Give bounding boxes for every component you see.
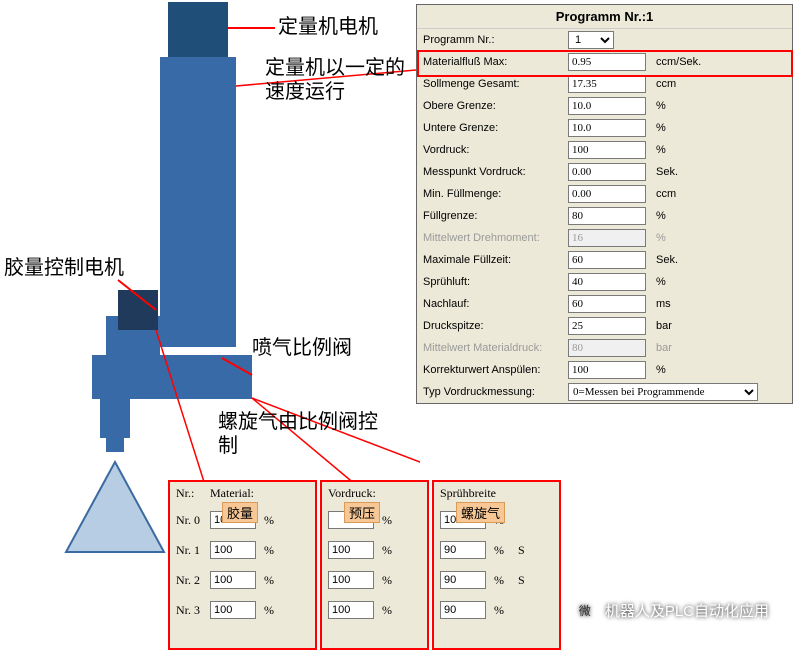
param-row-10: Sprühluft:%: [417, 271, 792, 293]
param-row-2: Obere Grenze:%: [417, 95, 792, 117]
tag-preload: 预压: [344, 502, 380, 523]
param-input-12[interactable]: [568, 317, 646, 335]
prog-nr-row: Programm Nr.: 1: [417, 29, 792, 51]
param-input-6[interactable]: [568, 185, 646, 203]
panel-title: Programm Nr.:1: [417, 5, 792, 29]
label-glue-motor: 胶量控制电机: [4, 256, 124, 280]
param-input-10[interactable]: [568, 273, 646, 291]
typ-vordruck-select[interactable]: 0=Messen bei Programmende: [568, 383, 758, 401]
param-row-7: Füllgrenze:%: [417, 205, 792, 227]
wechat-icon: 微: [575, 601, 595, 621]
param-input-0[interactable]: [568, 53, 646, 71]
param-row-12: Druckspitze:bar: [417, 315, 792, 337]
prog-nr-label: Programm Nr.:: [423, 34, 568, 46]
param-input-7[interactable]: [568, 207, 646, 225]
sel-label: Typ Vordruckmessung:: [423, 386, 568, 398]
param-input-11[interactable]: [568, 295, 646, 313]
subs-input-1[interactable]: [440, 541, 486, 559]
param-row-11: Nachlauf:ms: [417, 293, 792, 315]
prog-nr-select[interactable]: 1: [568, 31, 614, 49]
param-row-1: Sollmenge Gesamt:ccm: [417, 73, 792, 95]
label-prop-valve: 喷气比例阀: [252, 336, 352, 360]
param-input-5[interactable]: [568, 163, 646, 181]
subp-input-1[interactable]: [328, 541, 374, 559]
param-row-8: Mittelwert Drehmoment:%: [417, 227, 792, 249]
param-input-3[interactable]: [568, 119, 646, 137]
watermark: 微 机器人及PLC自动化应用: [575, 600, 769, 621]
param-input-1[interactable]: [568, 75, 646, 93]
label-spiral: 螺旋气由比例阀控制: [218, 410, 378, 458]
subs-input-3[interactable]: [440, 601, 486, 619]
tag-spiral: 螺旋气: [456, 502, 505, 523]
param-input-2[interactable]: [568, 97, 646, 115]
subp-input-3[interactable]: [328, 601, 374, 619]
param-input-13: [568, 339, 646, 357]
program-panel: Programm Nr.:1 Programm Nr.: 1 Materialf…: [416, 4, 793, 404]
param-row-13: Mittelwert Materialdruck:bar: [417, 337, 792, 359]
sub-vordruck: Vordruck: 预压 %%%%: [320, 480, 429, 650]
subm-input-1[interactable]: [210, 541, 256, 559]
subm-input-3[interactable]: [210, 601, 256, 619]
param-row-6: Min. Füllmenge:ccm: [417, 183, 792, 205]
sel-row: Typ Vordruckmessung: 0=Messen bei Progra…: [417, 381, 792, 403]
tag-glue: 胶量: [222, 502, 258, 523]
sub-spruhbreite: Sprühbreite 螺旋气 %%S%S%: [432, 480, 561, 650]
param-row-9: Maximale Füllzeit:Sek.: [417, 249, 792, 271]
param-input-9[interactable]: [568, 251, 646, 269]
param-row-3: Untere Grenze:%: [417, 117, 792, 139]
sub-material: Nr.:Material: 胶量 Nr. 0%Nr. 1%Nr. 2%Nr. 3…: [168, 480, 317, 650]
param-input-8: [568, 229, 646, 247]
param-input-4[interactable]: [568, 141, 646, 159]
subp-input-2[interactable]: [328, 571, 374, 589]
param-input-14[interactable]: [568, 361, 646, 379]
param-row-4: Vordruck:%: [417, 139, 792, 161]
label-run: 定量机以一定的速度运行: [265, 56, 420, 104]
param-row-5: Messpunkt Vordruck:Sek.: [417, 161, 792, 183]
label-motor: 定量机电机: [278, 15, 378, 39]
subm-input-2[interactable]: [210, 571, 256, 589]
param-row-0: Materialfluß Max:ccm/Sek.: [417, 51, 792, 73]
subs-input-2[interactable]: [440, 571, 486, 589]
param-row-14: Korrekturwert Anspülen:%: [417, 359, 792, 381]
